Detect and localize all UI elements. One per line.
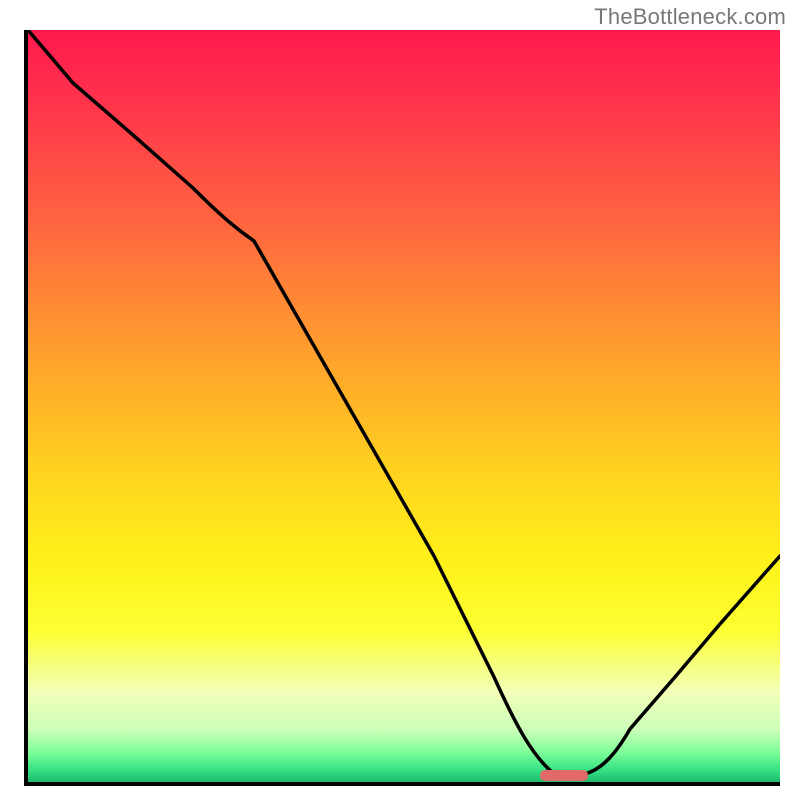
watermark-text: TheBottleneck.com [594, 4, 786, 30]
chart-container: TheBottleneck.com [0, 0, 800, 800]
bottleneck-curve [28, 30, 780, 782]
plot-area [24, 30, 780, 786]
optimal-marker [540, 770, 588, 781]
